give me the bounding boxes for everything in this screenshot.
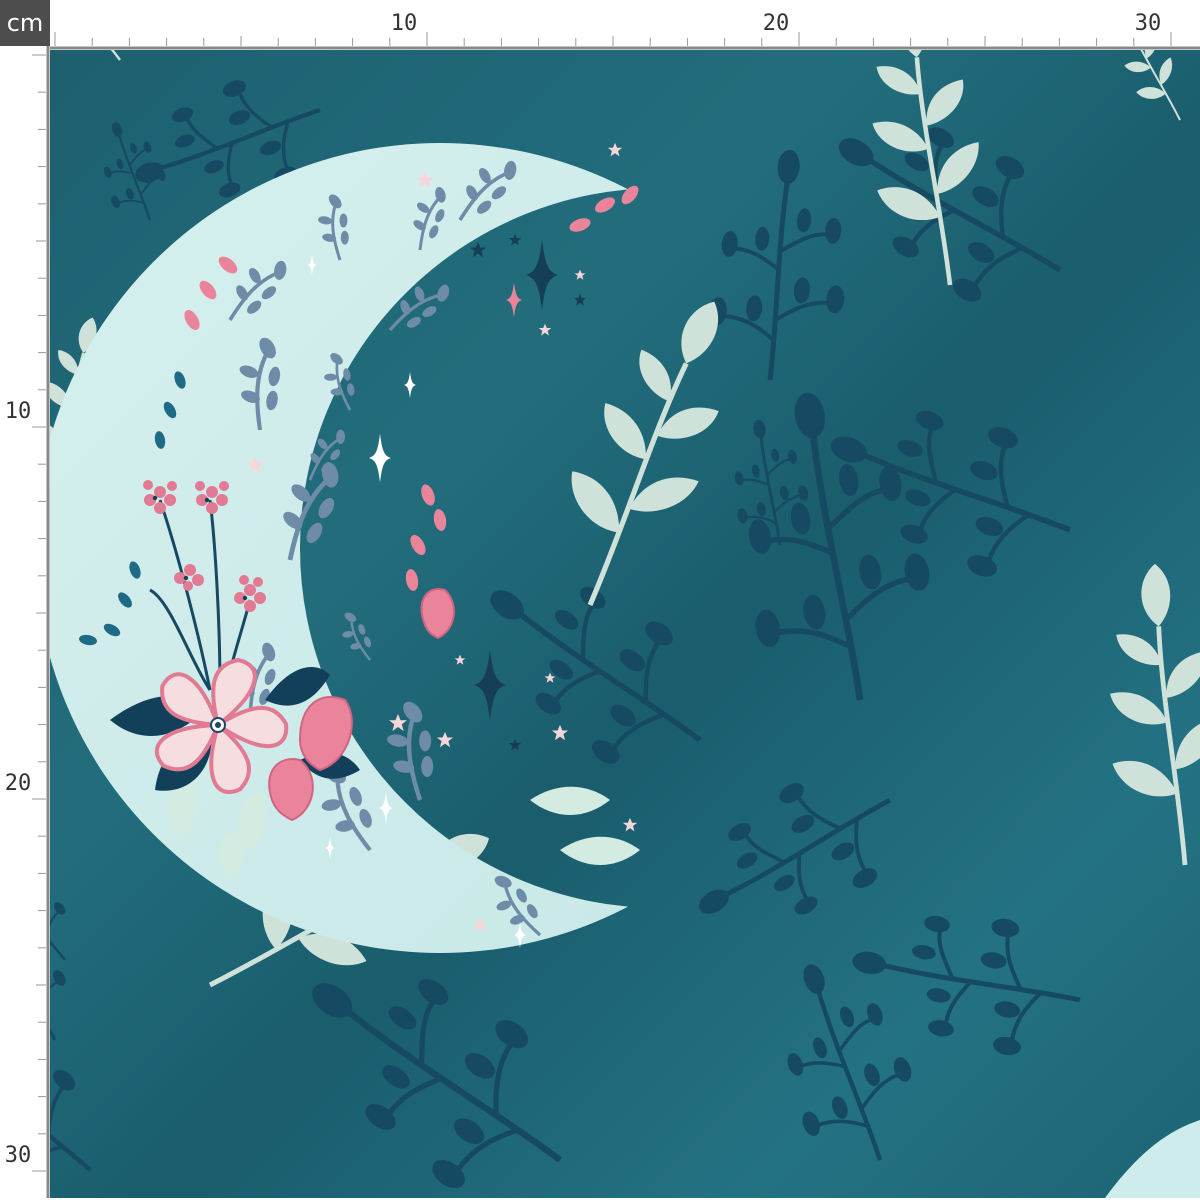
fabric-surface [50, 50, 1200, 1198]
fabric-pattern-canvas: 10 20 30 10 20 30 [0, 0, 1200, 1198]
left-ruler-label-10: 10 [5, 399, 32, 424]
left-ruler: 10 20 30 [0, 46, 50, 1198]
left-ruler-label-20: 20 [5, 771, 32, 796]
left-ruler-label-30: 30 [5, 1143, 32, 1168]
top-ruler-label-10: 10 [391, 11, 418, 36]
fabric-preview: 10 20 30 10 20 30 cm [0, 0, 1200, 1198]
top-ruler: 10 20 30 [50, 0, 1200, 50]
crescent-moon [50, 50, 1200, 1198]
unit-badge: cm [0, 0, 50, 46]
top-ruler-label-30: 30 [1135, 11, 1162, 36]
top-ruler-label-20: 20 [763, 11, 790, 36]
